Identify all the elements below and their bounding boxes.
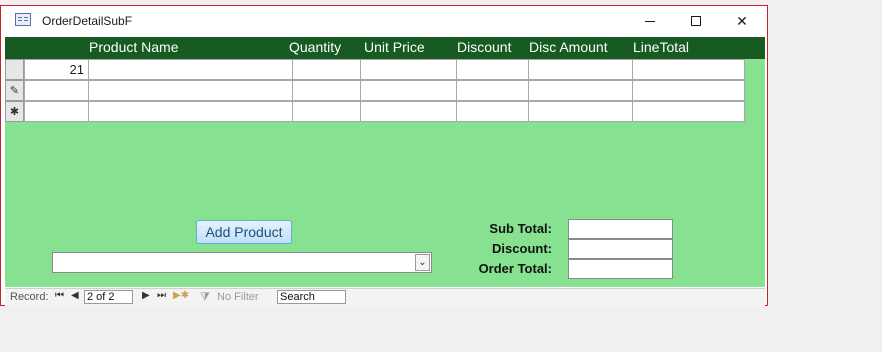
line-total-cell[interactable] [632, 80, 745, 101]
title-bar[interactable]: OrderDetailSubF ✕ [1, 6, 767, 36]
edit-record-icon[interactable]: ✎ [5, 80, 24, 101]
quantity-cell[interactable] [292, 101, 361, 122]
column-header-product-name[interactable]: Product Name [89, 39, 178, 55]
product-combo-box[interactable]: ⌄ [52, 252, 432, 273]
order-total-field[interactable] [568, 259, 673, 279]
new-record-icon[interactable]: ✱ [5, 101, 24, 122]
order-total-label: Order Total: [478, 261, 552, 276]
id-cell[interactable]: 21 [24, 59, 89, 80]
discount-cell[interactable] [456, 80, 529, 101]
form-icon [15, 13, 31, 26]
column-header-disc-amount[interactable]: Disc Amount [529, 39, 608, 55]
subform-body: Product Name Quantity Unit Price Discoun… [5, 37, 765, 287]
disc-amount-cell[interactable] [528, 59, 633, 80]
close-icon: ✕ [736, 12, 748, 29]
product-name-cell[interactable] [88, 59, 293, 80]
search-input[interactable]: Search [277, 290, 346, 304]
new-record-nav-icon[interactable]: ▶✱ [173, 290, 189, 301]
quantity-cell[interactable] [292, 80, 361, 101]
subtotal-field[interactable] [568, 219, 673, 239]
record-selector[interactable] [5, 59, 24, 80]
unit-price-cell[interactable] [360, 80, 457, 101]
disc-amount-cell[interactable] [528, 80, 633, 101]
quantity-cell[interactable] [292, 59, 361, 80]
column-header-unit-price[interactable]: Unit Price [364, 39, 425, 55]
form-window: OrderDetailSubF ✕ Product Name Quantity … [0, 5, 768, 306]
unit-price-cell[interactable] [360, 59, 457, 80]
line-total-cell[interactable] [632, 101, 745, 122]
column-header-discount[interactable]: Discount [457, 39, 511, 55]
record-label: Record: [10, 291, 49, 303]
minimize-button[interactable] [627, 6, 673, 36]
last-record-icon[interactable]: ⏭ [157, 290, 166, 301]
product-name-cell[interactable] [88, 101, 293, 122]
first-record-icon[interactable]: ⏮ [55, 290, 64, 301]
column-header-line-total[interactable]: LineTotal [633, 39, 689, 55]
current-record-field[interactable]: 2 of 2 [84, 290, 133, 304]
product-name-cell[interactable] [88, 80, 293, 101]
minimize-icon [645, 20, 655, 22]
filter-status[interactable]: No Filter [217, 291, 259, 303]
discount-total-label: Discount: [492, 241, 552, 256]
maximize-icon [691, 16, 701, 26]
id-cell[interactable] [24, 101, 89, 122]
subtotal-label: Sub Total: [489, 221, 552, 236]
maximize-button[interactable] [673, 6, 719, 36]
window-title: OrderDetailSubF [42, 14, 133, 28]
column-header-quantity[interactable]: Quantity [289, 39, 341, 55]
filter-icon: ⧩ [200, 291, 210, 303]
column-header-row: Product Name Quantity Unit Price Discoun… [5, 37, 765, 59]
previous-record-icon[interactable]: ◀ [71, 290, 79, 301]
discount-cell[interactable] [456, 59, 529, 80]
id-cell[interactable] [24, 80, 89, 101]
discount-cell[interactable] [456, 101, 529, 122]
record-navigation-bar: Record: ⏮ ◀ 2 of 2 ▶ ⏭ ▶✱ ⧩ No Filter Se… [5, 288, 765, 306]
discount-total-field[interactable] [568, 239, 673, 259]
disc-amount-cell[interactable] [528, 101, 633, 122]
line-total-cell[interactable] [632, 59, 745, 80]
close-button[interactable]: ✕ [719, 6, 765, 36]
unit-price-cell[interactable] [360, 101, 457, 122]
chevron-down-icon[interactable]: ⌄ [415, 254, 430, 271]
next-record-icon[interactable]: ▶ [142, 290, 150, 301]
add-product-button[interactable]: Add Product [196, 220, 292, 244]
